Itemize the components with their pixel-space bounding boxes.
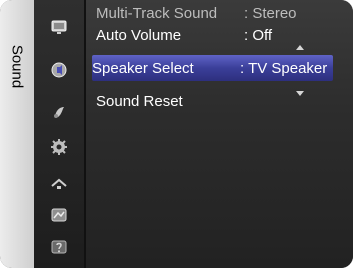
menu-row-label: Auto Volume bbox=[96, 26, 182, 44]
sound-icon[interactable] bbox=[50, 61, 68, 79]
tv-menu-frame: Sound Multi-Track Sound: Stereo Auto Vo… bbox=[0, 0, 353, 268]
menu-row-value: : Stereo bbox=[244, 4, 297, 22]
scroll-down-arrow-icon bbox=[296, 91, 304, 96]
menu-icon-column bbox=[34, 0, 84, 268]
scroll-up-arrow-icon bbox=[296, 45, 304, 50]
setup-icon[interactable] bbox=[50, 138, 68, 156]
input-icon[interactable] bbox=[50, 174, 68, 192]
menu-row-auto-volume[interactable]: Auto Volume : Off bbox=[96, 24, 343, 46]
menu-row-speaker-select[interactable]: Speaker Select : TV Speaker bbox=[92, 55, 333, 81]
menu-row-value: : TV Speaker bbox=[240, 59, 328, 77]
sound-menu-panel: Multi-Track Sound : Stereo Auto Volume :… bbox=[86, 0, 353, 268]
menu-row-value: : Off bbox=[244, 26, 273, 44]
menu-row-label: Multi-Track Sound bbox=[96, 4, 218, 22]
support-icon[interactable] bbox=[50, 238, 68, 256]
menu-row-sound-reset[interactable]: Sound Reset bbox=[96, 90, 343, 112]
menu-row-label: Sound Reset bbox=[96, 92, 183, 110]
sidebar-title: Sound bbox=[8, 44, 26, 89]
application-icon[interactable] bbox=[50, 206, 68, 224]
channel-icon[interactable] bbox=[50, 103, 68, 121]
picture-icon[interactable] bbox=[50, 18, 68, 36]
menu-row-label: Speaker Select bbox=[92, 59, 194, 77]
sidebar-tab: Sound bbox=[0, 0, 34, 268]
menu-row-multi-track-sound: Multi-Track Sound : Stereo bbox=[96, 2, 343, 24]
